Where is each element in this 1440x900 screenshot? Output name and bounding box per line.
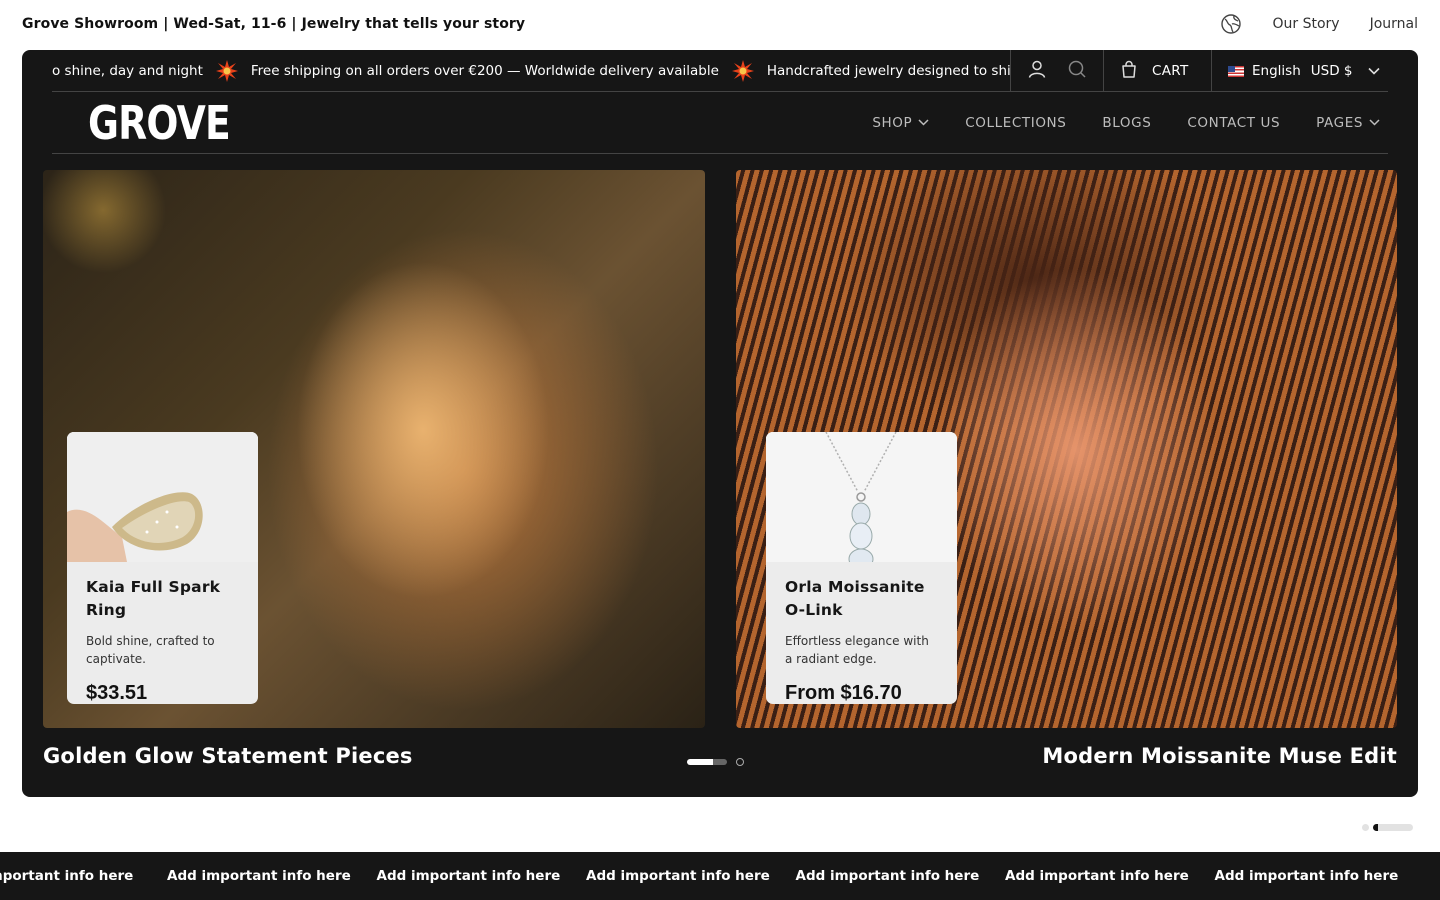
us-flag-icon [1228,65,1244,77]
nav-item-contact-us[interactable]: CONTACT US [1187,115,1280,131]
product-card[interactable]: Kaia Full Spark Ring Bold shine, crafted… [67,432,258,704]
store-info-text: Grove Showroom | Wed-Sat, 11-6 | Jewelry… [22,16,526,32]
marquee-item: Add important info here [1214,868,1399,884]
nav-item-shop[interactable]: SHOP [872,115,929,131]
hero-slide-golden-glow[interactable]: Kaia Full Spark Ring Bold shine, crafted… [43,170,705,728]
announcement-bar: o shine, day and night Free shipping on … [52,50,1388,92]
marquee-item: Add important info here [795,868,980,884]
pager-dot[interactable] [1362,824,1369,831]
marquee-item: Add important info here [167,868,351,884]
slider-dot-active[interactable] [687,759,727,765]
starburst-icon [731,59,755,83]
marquee-item: Add important info here [586,868,770,884]
bag-icon [1120,60,1138,82]
site-logo[interactable]: GROVE [88,96,231,150]
language-label: English [1252,63,1301,79]
nav-item-collections[interactable]: COLLECTIONS [965,115,1066,131]
product-description: Effortless elegance with a radiant edge. [785,634,929,666]
product-image-ring [67,432,258,562]
slide-caption[interactable]: Modern Moissanite Muse Edit [1042,744,1397,768]
hero-slide-moissanite-muse[interactable]: Orla Moissanite O-Link Effortless elegan… [736,170,1397,728]
nav-item-pages[interactable]: PAGES [1316,115,1380,131]
globe-icon[interactable] [1220,13,1242,35]
product-price: $33.51 [86,682,148,704]
product-card[interactable]: Orla Moissanite O-Link Effortless elegan… [766,432,957,704]
cart-button[interactable]: CART [1103,50,1211,92]
section-pager [1362,824,1413,831]
marquee-item: Add important info here [376,868,561,884]
user-icon[interactable] [1027,59,1047,83]
chevron-down-icon [1368,67,1381,75]
marquee-item: Add important info here [1005,868,1189,884]
nav-item-label: SHOP [872,114,913,131]
our-story-link[interactable]: Our Story [1272,16,1339,32]
nav-item-label: PAGES [1316,114,1363,131]
utility-bar: Grove Showroom | Wed-Sat, 11-6 | Jewelry… [0,0,1440,48]
utility-links: Our Story Journal [1220,13,1418,35]
search-icon[interactable] [1067,59,1087,83]
product-name[interactable]: Kaia Full Spark Ring [86,576,239,622]
language-currency-selector[interactable]: English USD $ [1211,50,1388,92]
slider-dot[interactable] [736,758,744,766]
slider-dots [687,758,744,766]
starburst-icon [215,59,239,83]
nav-item-label: COLLECTIONS [965,114,1067,131]
main-navigation: GROVE SHOP COLLECTIONS BLOGS CONTACT US … [52,92,1388,154]
nav-item-blogs[interactable]: BLOGS [1102,115,1151,131]
product-description: Bold shine, crafted to captivate. [86,634,215,666]
announcement-item: o shine, day and night [52,63,203,79]
chevron-down-icon [918,119,929,126]
nav-item-label: CONTACT US [1187,114,1281,131]
announcement-ticker: o shine, day and night Free shipping on … [52,50,1010,92]
chevron-down-icon [1369,119,1380,126]
cart-label: CART [1152,63,1189,79]
marquee-item: important info here [0,868,134,884]
announcement-item: Handcrafted jewelry designed to shi [766,63,1010,79]
hero-frame: o shine, day and night Free shipping on … [22,50,1418,797]
product-price: From $16.70 [785,682,902,704]
currency-label: USD $ [1310,63,1353,79]
account-search-group [1010,50,1103,92]
info-marquee: important info here Add important info h… [0,852,1440,900]
pager-progress[interactable] [1373,824,1413,831]
product-name[interactable]: Orla Moissanite O-Link [785,576,938,622]
nav-menu: SHOP COLLECTIONS BLOGS CONTACT US PAGES [872,115,1388,131]
product-image-necklace [766,432,957,562]
slide-caption[interactable]: Golden Glow Statement Pieces [43,744,413,768]
journal-link[interactable]: Journal [1370,16,1418,32]
announcement-item: Free shipping on all orders over €200 — … [250,63,719,79]
nav-item-label: BLOGS [1102,114,1152,131]
